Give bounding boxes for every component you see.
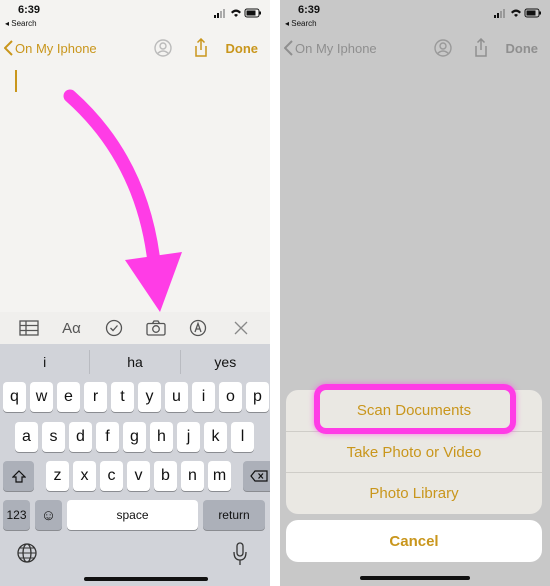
- microphone-icon[interactable]: [232, 542, 248, 566]
- key-w[interactable]: w: [30, 382, 53, 412]
- status-time: 6:39: [298, 4, 321, 16]
- markup-button[interactable]: [186, 316, 210, 340]
- return-key[interactable]: return: [203, 500, 265, 530]
- back-to-search-link[interactable]: ◂ Search: [5, 19, 37, 28]
- key-row-4: 123 ☺ space return: [3, 500, 265, 530]
- key-u[interactable]: u: [165, 382, 188, 412]
- key-d[interactable]: d: [69, 422, 92, 452]
- numbers-key[interactable]: 123: [3, 500, 30, 530]
- keyboard: i ha yes q w e r t y u i o p a s d f g h…: [0, 344, 270, 586]
- checklist-button[interactable]: [102, 316, 126, 340]
- key-y[interactable]: y: [138, 382, 161, 412]
- navigation-bar: On My Iphone Done: [280, 34, 550, 62]
- globe-icon[interactable]: [16, 542, 38, 564]
- key-k[interactable]: k: [204, 422, 227, 452]
- home-indicator: [360, 576, 470, 580]
- key-a[interactable]: a: [15, 422, 38, 452]
- action-sheet: Scan Documents Take Photo or Video Photo…: [286, 390, 542, 514]
- cancel-button[interactable]: Cancel: [286, 520, 542, 562]
- take-photo-option[interactable]: Take Photo or Video: [286, 431, 542, 472]
- text-format-button[interactable]: Aα: [59, 316, 83, 340]
- key-v[interactable]: v: [127, 461, 150, 491]
- navigation-bar: On My Iphone Done: [0, 34, 270, 62]
- space-key[interactable]: space: [67, 500, 198, 530]
- key-p[interactable]: p: [246, 382, 269, 412]
- checklist-icon: [105, 319, 122, 337]
- key-c[interactable]: c: [100, 461, 123, 491]
- text-format-icon: Aα: [62, 319, 81, 337]
- key-t[interactable]: t: [111, 382, 134, 412]
- back-button[interactable]: On My Iphone: [284, 38, 377, 58]
- status-bar: 6:39 ◂ Search: [280, 0, 550, 34]
- markup-icon: [190, 319, 207, 337]
- key-j[interactable]: j: [177, 422, 200, 452]
- delete-key[interactable]: [243, 461, 270, 491]
- close-toolbar-button[interactable]: [229, 316, 253, 340]
- table-button[interactable]: [17, 316, 41, 340]
- share-icon[interactable]: [470, 38, 492, 58]
- shift-icon: [11, 469, 26, 483]
- shift-key[interactable]: [3, 461, 34, 491]
- text-cursor: [15, 70, 17, 92]
- camera-button[interactable]: [144, 316, 168, 340]
- done-button[interactable]: Done: [506, 41, 539, 56]
- notes-editor-screen: 6:39 ◂ Search On My Iphone Done Aα i ha …: [0, 0, 270, 586]
- status-time: 6:39: [18, 4, 41, 16]
- camera-icon: [146, 320, 166, 336]
- back-to-search-link[interactable]: ◂ Search: [285, 19, 317, 28]
- back-button-label: On My Iphone: [15, 40, 97, 56]
- share-icon[interactable]: [190, 38, 212, 58]
- back-button[interactable]: On My Iphone: [4, 38, 97, 58]
- photo-library-option[interactable]: Photo Library: [286, 472, 542, 513]
- key-row-3: z x c v b n m: [3, 461, 270, 491]
- camera-options-screen: 6:39 ◂ Search On My Iphone Done Scan Doc…: [280, 0, 550, 586]
- emoji-key[interactable]: ☺: [35, 500, 62, 530]
- backspace-icon: [249, 470, 268, 482]
- key-n[interactable]: n: [181, 461, 204, 491]
- key-b[interactable]: b: [154, 461, 177, 491]
- suggestion[interactable]: i: [0, 350, 91, 374]
- key-s[interactable]: s: [42, 422, 65, 452]
- key-g[interactable]: g: [123, 422, 146, 452]
- key-x[interactable]: x: [73, 461, 96, 491]
- status-icons: [494, 8, 541, 18]
- home-indicator: [84, 577, 208, 581]
- notes-toolbar: Aα: [0, 312, 270, 344]
- signal-icon: [494, 9, 505, 18]
- suggestion[interactable]: ha: [90, 350, 181, 374]
- chevron-left-icon: [284, 40, 293, 56]
- key-z[interactable]: z: [46, 461, 69, 491]
- add-people-icon[interactable]: [432, 38, 454, 58]
- key-i[interactable]: i: [192, 382, 215, 412]
- key-q[interactable]: q: [3, 382, 26, 412]
- wifi-icon: [231, 9, 241, 17]
- suggestion[interactable]: yes: [181, 350, 270, 374]
- done-button[interactable]: Done: [226, 41, 259, 56]
- wifi-icon: [511, 9, 521, 17]
- chevron-left-icon: [4, 40, 13, 56]
- add-people-icon[interactable]: [152, 38, 174, 58]
- scan-documents-option[interactable]: Scan Documents: [286, 390, 542, 431]
- table-icon: [19, 320, 39, 336]
- key-e[interactable]: e: [57, 382, 80, 412]
- battery-icon: [244, 8, 261, 18]
- key-l[interactable]: l: [231, 422, 254, 452]
- predictive-bar: i ha yes: [0, 350, 270, 374]
- signal-icon: [214, 9, 225, 18]
- back-button-label: On My Iphone: [295, 40, 377, 56]
- close-icon: [234, 321, 248, 335]
- key-h[interactable]: h: [150, 422, 173, 452]
- key-m[interactable]: m: [208, 461, 231, 491]
- status-bar: 6:39 ◂ Search: [0, 0, 270, 34]
- key-row-1: q w e r t y u i o p: [3, 382, 269, 412]
- status-icons: [214, 8, 261, 18]
- key-o[interactable]: o: [219, 382, 242, 412]
- key-row-2: a s d f g h j k l: [15, 422, 254, 452]
- key-r[interactable]: r: [84, 382, 107, 412]
- key-f[interactable]: f: [96, 422, 119, 452]
- battery-icon: [524, 8, 541, 18]
